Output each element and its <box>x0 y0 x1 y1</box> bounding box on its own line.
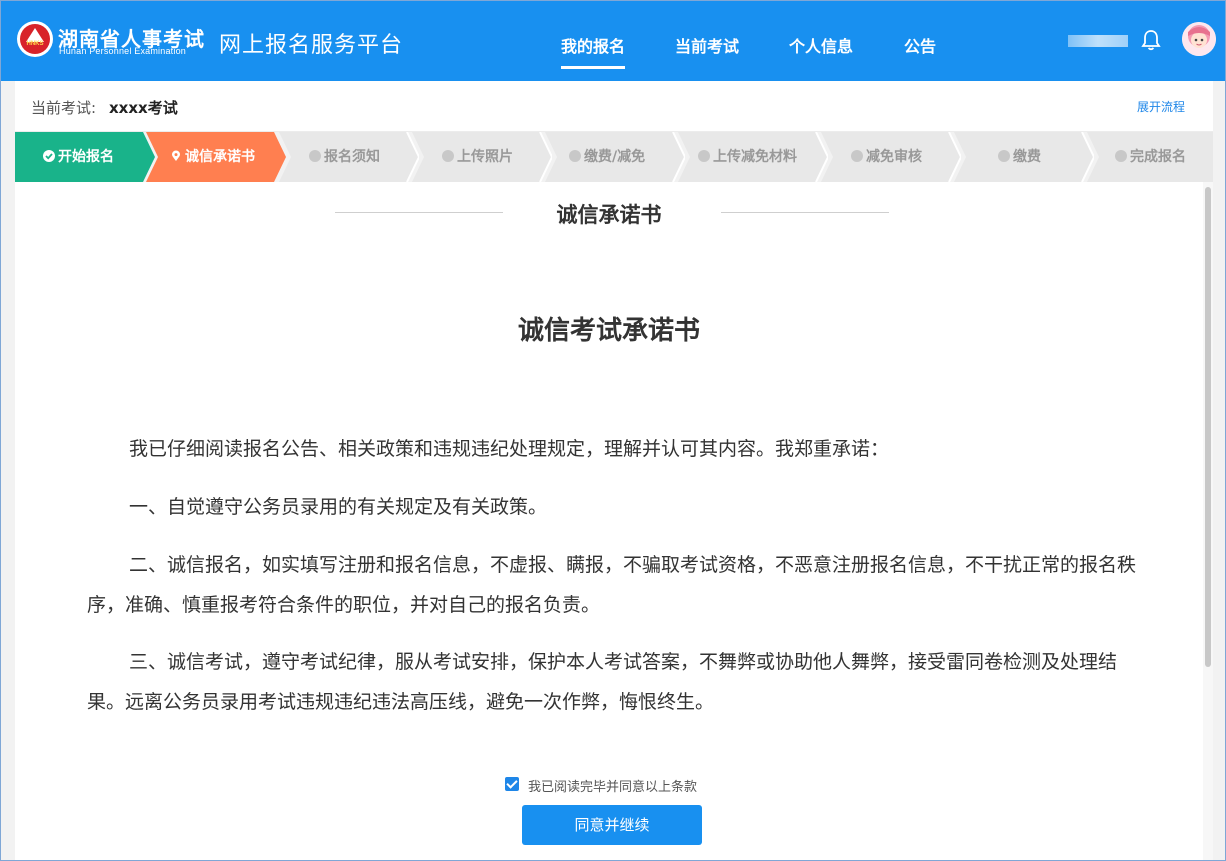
agree-checkbox-label[interactable]: 我已阅读完毕并同意以上条款 <box>528 776 697 795</box>
step-label: 缴费 <box>1013 149 1041 165</box>
step-payment: 缴费 <box>954 132 1094 182</box>
pledge-paragraph: 二、诚信报名，如实填写注册和报名信息，不虚报、瞒报，不骗取考试资格，不恶意注册报… <box>87 554 1137 616</box>
step-label: 上传减免材料 <box>713 149 797 165</box>
step-start-registration: 开始报名 <box>15 132 155 182</box>
progress-steps: 开始报名 诚信承诺书 报名须知 上传照片 缴费/减免 上传减免材料 减免审核 缴… <box>15 132 1213 182</box>
step-label: 减免审核 <box>866 149 922 165</box>
clock-icon <box>998 150 1010 162</box>
scrollbar-thumb[interactable] <box>1205 187 1211 667</box>
step-label: 开始报名 <box>58 149 114 165</box>
nav-current-exam[interactable]: 当前考试 <box>675 33 739 57</box>
nav-personal-info[interactable]: 个人信息 <box>789 33 853 57</box>
bell-icon[interactable] <box>1141 29 1161 51</box>
location-pin-icon <box>170 150 182 162</box>
section-title: 诚信承诺书 <box>556 203 662 227</box>
clock-icon <box>442 150 454 162</box>
pledge-paragraph: 我已仔细阅读报名公告、相关政策和违规违纪处理规定，理解并认可其内容。我郑重承诺： <box>129 438 890 460</box>
clock-icon <box>309 150 321 162</box>
pledge-content: 诚信承诺书 诚信考试承诺书 我已仔细阅读报名公告、相关政策和违规违纪处理规定，理… <box>15 182 1203 860</box>
agree-checkbox[interactable] <box>505 777 519 791</box>
platform-title: 网上报名服务平台 <box>219 33 404 58</box>
app-window: HNKS 湖南省人事考试 Hunan Personnel Examination… <box>0 0 1226 861</box>
clock-icon <box>1115 150 1127 162</box>
step-label: 诚信承诺书 <box>185 149 255 165</box>
step-complete-registration: 完成报名 <box>1087 132 1213 182</box>
nav-my-registration[interactable]: 我的报名 <box>561 33 626 69</box>
step-integrity-pledge: 诚信承诺书 <box>146 132 286 182</box>
logo-badge-text: HNKS <box>26 41 44 47</box>
agree-continue-button[interactable]: 同意并继续 <box>522 805 702 845</box>
step-label: 缴费/减免 <box>584 149 646 165</box>
top-header: HNKS 湖南省人事考试 Hunan Personnel Examination… <box>1 1 1225 81</box>
logo-title-en: Hunan Personnel Examination <box>59 46 186 56</box>
pledge-paragraph: 三、诚信考试，遵守考试纪律，服从考试安排，保护本人考试答案，不舞弊或协助他人舞弊… <box>87 651 1118 713</box>
clock-icon <box>851 150 863 162</box>
current-exam-bar: 当前考试: xxxx考试 展开流程 <box>15 81 1213 132</box>
clock-icon <box>569 150 581 162</box>
logo-icon: HNKS <box>17 21 53 57</box>
step-upload-photo: 上传照片 <box>412 132 552 182</box>
clock-icon <box>698 150 710 162</box>
step-payment-waiver: 缴费/减免 <box>545 132 685 182</box>
current-exam-label: 当前考试: <box>31 99 97 117</box>
username-blurred[interactable] <box>1068 35 1128 47</box>
step-label: 完成报名 <box>1130 149 1186 165</box>
check-circle-icon <box>43 150 55 162</box>
step-upload-waiver-docs: 上传减免材料 <box>678 132 828 182</box>
avatar[interactable] <box>1182 22 1216 56</box>
document-title: 诚信考试承诺书 <box>517 316 700 346</box>
nav-announcement[interactable]: 公告 <box>904 33 936 57</box>
pledge-paragraph: 一、自觉遵守公务员录用的有关规定及有关政策。 <box>129 496 548 518</box>
expand-flow-link[interactable]: 展开流程 <box>1137 98 1185 115</box>
step-waiver-review: 减免审核 <box>821 132 961 182</box>
step-registration-notes: 报名须知 <box>279 132 419 182</box>
current-exam-value: xxxx考试 <box>109 99 178 117</box>
step-label: 报名须知 <box>324 149 380 165</box>
step-label: 上传照片 <box>457 149 513 165</box>
